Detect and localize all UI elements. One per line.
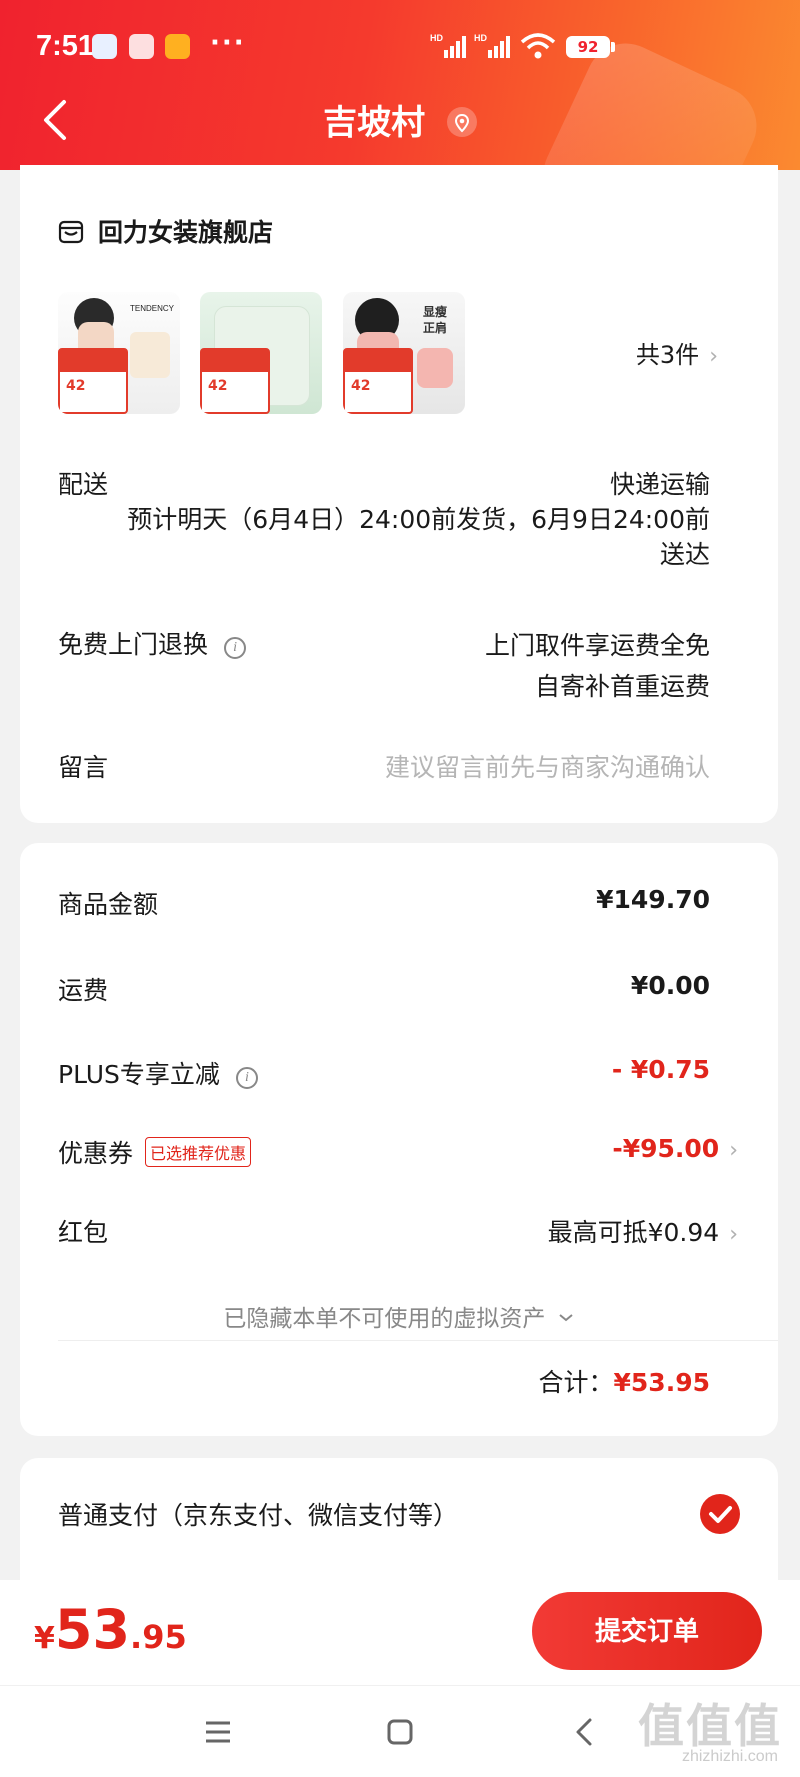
coupon-row: 优惠券 已选推荐优惠	[58, 1134, 252, 1170]
price-integer: 53	[54, 1598, 131, 1661]
cellular-signal-icon-2: HD	[474, 33, 510, 58]
coupon-tag: 已选推荐优惠	[145, 1137, 252, 1167]
watermark-logo: 值值值	[638, 1699, 782, 1753]
plus-discount-label: PLUS专享立减	[58, 1060, 220, 1089]
info-icon[interactable]: i	[224, 637, 247, 659]
network-label: HD	[430, 33, 443, 43]
item-count: 共3件	[635, 341, 700, 369]
plus-discount: - ¥0.75	[611, 1055, 710, 1084]
payment-method-label[interactable]: 普通支付（京东支付、微信支付等）	[58, 1496, 458, 1532]
checkmark-icon[interactable]	[700, 1494, 740, 1534]
battery-tip	[611, 42, 615, 52]
product-thumbnail-1[interactable]: TENDENCY 42	[58, 292, 180, 414]
promo-badge: 42	[58, 348, 128, 414]
bottom-action-bar: ¥53.95 提交订单	[0, 1580, 800, 1685]
message-input[interactable]: 建议留言前先与商家沟通确认	[385, 748, 710, 784]
currency-symbol: ¥	[34, 1621, 55, 1656]
cellular-signal-icon: HD	[430, 33, 466, 58]
chevron-right-icon: ›	[709, 344, 718, 369]
product-thumbnail-3[interactable]: 显瘦 正肩 42	[343, 292, 465, 414]
total-row: 合计：¥53.95	[539, 1363, 711, 1399]
goods-amount: ¥149.70	[596, 885, 710, 914]
home-icon[interactable]	[380, 1712, 420, 1752]
shipping-fee-label: 运费	[58, 976, 109, 1005]
store-icon	[58, 220, 84, 244]
thumb-promo-text: 显瘦 正肩	[423, 304, 447, 336]
promo-badge: 42	[200, 348, 270, 414]
product-thumbnail-2[interactable]: 42	[200, 292, 322, 414]
free-return-line1: 上门取件享运费全免	[484, 631, 710, 660]
divider	[58, 1340, 778, 1341]
plus-discount-row: PLUS专享立减 i	[58, 1055, 258, 1091]
free-return-label-row: 免费上门退换 i	[58, 625, 247, 661]
page-title: 吉坡村	[0, 95, 800, 144]
network-label-2: HD	[474, 33, 487, 43]
more-notifications-icon: ···	[210, 28, 246, 58]
thumb-text-line2: 正肩	[423, 321, 448, 335]
bottom-total-price: ¥53.95	[34, 1598, 187, 1661]
coupon-label: 优惠券	[58, 1139, 134, 1168]
info-icon[interactable]: i	[235, 1067, 258, 1089]
calendar-notification-icon	[92, 34, 117, 59]
shipping-detail: 预计明天（6月4日）24:00前发货，6月9日24:00前送达	[127, 505, 710, 569]
battery-indicator: 92	[566, 36, 610, 58]
price-decimal: .95	[130, 1618, 187, 1656]
payment-card: 普通支付（京东支付、微信支付等）	[20, 1458, 778, 1598]
free-return-label: 免费上门退换	[58, 630, 209, 659]
free-return-line2: 自寄补首重运费	[534, 672, 710, 701]
shipping-fee: ¥0.00	[630, 971, 710, 1000]
price-card: 商品金额 ¥149.70 运费 ¥0.00 PLUS专享立减 i - ¥0.75 …	[20, 843, 778, 1436]
hidden-assets-toggle[interactable]: 已隐藏本单不可使用的虚拟资产	[20, 1299, 778, 1333]
item-count-row[interactable]: 共3件 ›	[636, 335, 718, 370]
watermark-url: zhizhizhi.com	[681, 1748, 778, 1765]
hidden-assets-text: 已隐藏本单不可使用的虚拟资产	[223, 1306, 546, 1332]
total-label: 合计：	[538, 1368, 614, 1397]
store-name: 回力女装旗舰店	[98, 218, 274, 247]
status-time: 7:51	[36, 30, 95, 62]
red-packet-row[interactable]: 最高可抵¥0.94 ›	[548, 1213, 738, 1249]
coupon-value: -¥95.00	[612, 1134, 720, 1163]
message-label: 留言	[58, 753, 109, 782]
red-packet-value: 最高可抵¥0.94	[547, 1218, 720, 1247]
chevron-down-icon	[559, 1314, 573, 1322]
status-bar: 7:51 ··· HD HD 92	[0, 0, 800, 95]
red-packet-label: 红包	[58, 1218, 109, 1247]
order-card: 回力女装旗舰店 TENDENCY 42 42 显瘦 正肩 42 共3件 › 配送 …	[20, 165, 778, 823]
total-value: ¥53.95	[613, 1368, 710, 1397]
promo-price: 42	[66, 378, 86, 394]
back-icon[interactable]	[565, 1712, 605, 1752]
promo-price: 42	[208, 378, 228, 394]
chevron-right-icon: ›	[729, 1222, 738, 1247]
goods-amount-label: 商品金额	[58, 890, 159, 919]
promo-price: 42	[351, 378, 371, 394]
thumb-brand-text: TENDENCY	[130, 304, 175, 313]
thumb-text-line1: 显瘦	[423, 305, 448, 319]
shipping-label: 配送	[58, 470, 109, 499]
app-notification-icon	[129, 34, 154, 59]
message-notification-icon	[165, 34, 190, 59]
menu-icon[interactable]	[198, 1712, 238, 1752]
chevron-right-icon: ›	[729, 1138, 738, 1163]
wifi-icon	[520, 33, 556, 59]
submit-order-button[interactable]: 提交订单	[532, 1592, 762, 1670]
header: 7:51 ··· HD HD 92 吉坡村	[0, 0, 800, 170]
store-row[interactable]: 回力女装旗舰店	[58, 213, 273, 249]
shipping-method[interactable]: 快递运输	[610, 465, 710, 501]
coupon-value-row[interactable]: -¥95.00 ›	[612, 1134, 738, 1163]
promo-badge: 42	[343, 348, 413, 414]
location-pin-icon[interactable]	[446, 106, 477, 137]
free-return-values: 上门取件享运费全免 自寄补首重运费	[485, 625, 710, 707]
page-title-text: 吉坡村	[323, 103, 426, 143]
